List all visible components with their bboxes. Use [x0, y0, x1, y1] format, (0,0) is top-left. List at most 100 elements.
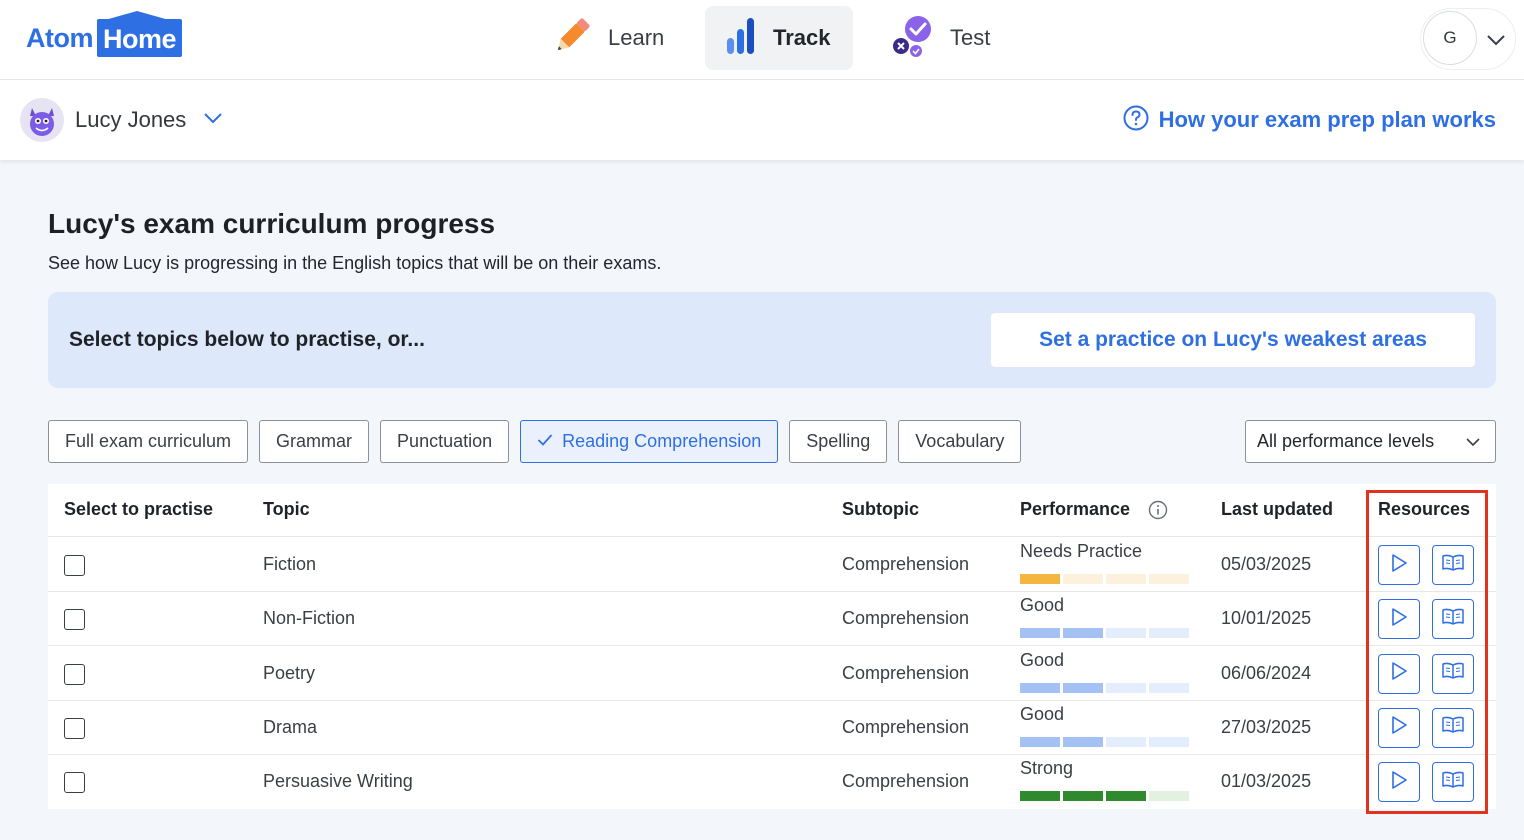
select-topic-checkbox[interactable]: [64, 609, 85, 631]
select-topic-checkbox[interactable]: [64, 717, 85, 739]
table-row: Persuasive Writing Comprehension Strong 01/…: [48, 755, 1496, 809]
subtopic-cell: Comprehension: [842, 608, 970, 629]
performance-bar-segment: [1020, 736, 1060, 747]
performance-bar-segment: [1106, 628, 1146, 639]
reading-resource-button[interactable]: [1432, 762, 1474, 803]
header-last-updated: Last updated: [1221, 499, 1334, 519]
page-subtitle: See how Lucy is progressing in the Engli…: [48, 253, 662, 273]
book-icon: [1441, 714, 1465, 741]
weakest-areas-practice-button[interactable]: Set a practice on Lucy's weakest areas: [991, 313, 1475, 367]
nav-learn[interactable]: Learn: [536, 6, 696, 70]
book-icon: [1441, 660, 1465, 687]
performance-level-select[interactable]: All performance levels: [1245, 420, 1496, 463]
chip-label: Full exam curriculum: [65, 431, 232, 451]
subtopic-cell: Comprehension: [842, 554, 970, 574]
banner-text: Select topics below to practise, or...: [69, 328, 425, 351]
video-resource-button[interactable]: [1378, 707, 1420, 748]
exam-prep-help-link[interactable]: How your exam prep plan works: [1123, 104, 1496, 136]
last-updated-cell: 06/06/2024: [1221, 662, 1312, 683]
performance-label: Good: [1020, 595, 1065, 616]
chip-label: Spelling: [806, 431, 871, 451]
filter-full-exam-curriculum[interactable]: Full exam curriculum: [48, 420, 249, 463]
filter-punctuation[interactable]: Punctuation: [380, 420, 510, 463]
table-row: Drama Comprehension Good 27/03/2025: [48, 701, 1496, 755]
chevron-down-icon: [1465, 435, 1481, 454]
topic-cell: Poetry: [263, 662, 316, 683]
performance-label: Strong: [1020, 758, 1074, 779]
video-resource-button[interactable]: [1378, 599, 1420, 640]
logo-atom-text: Atom: [26, 22, 94, 53]
topic-cell: Non-Fiction: [263, 608, 356, 629]
table-row: Poetry Comprehension Good 06/06/2024: [48, 647, 1496, 701]
performance-bar-segment: [1106, 736, 1146, 747]
performance-bar-segment: [1020, 682, 1060, 693]
select-topic-checkbox[interactable]: [64, 772, 85, 794]
chip-label: Punctuation: [397, 431, 493, 451]
filter-grammar[interactable]: Grammar: [259, 420, 370, 463]
performance-bar: [1020, 574, 1192, 584]
book-icon: [1441, 552, 1465, 579]
table-header: Select to practise Topic Subtopic Perfor…: [48, 484, 1496, 537]
performance-level-value: All performance levels: [1257, 431, 1435, 451]
play-icon: [1389, 606, 1409, 633]
play-icon: [1389, 660, 1409, 687]
play-icon: [1389, 714, 1409, 741]
performance-label: Needs Practice: [1020, 541, 1143, 561]
info-icon[interactable]: [1148, 500, 1168, 525]
table-row: Fiction Comprehension Needs Practice 05/03/…: [48, 538, 1496, 592]
nav-test[interactable]: Test: [876, 6, 1006, 70]
filter-reading-comprehension[interactable]: Reading Comprehension: [520, 420, 779, 463]
user-avatar: G: [1423, 11, 1477, 65]
page-title: Lucy's exam curriculum progress: [48, 208, 496, 239]
video-resource-button[interactable]: [1378, 762, 1420, 803]
video-resource-button[interactable]: [1378, 545, 1420, 585]
test-check-icon: [890, 13, 936, 64]
reading-resource-button[interactable]: [1432, 599, 1474, 640]
performance-label: Good: [1020, 649, 1065, 670]
topic-filter-chips: Full exam curriculum Grammar Punctuation…: [48, 420, 1032, 463]
performance-bar-segment: [1020, 574, 1060, 584]
performance-bar-segment: [1149, 736, 1189, 747]
filter-spelling[interactable]: Spelling: [789, 420, 888, 463]
subtopic-cell: Comprehension: [842, 771, 970, 792]
reading-resource-button[interactable]: [1432, 545, 1474, 585]
header-performance: Performance: [1020, 499, 1131, 519]
performance-bar: [1020, 682, 1192, 693]
performance-bar-segment: [1020, 628, 1060, 639]
reading-resource-button[interactable]: [1432, 653, 1474, 694]
performance-bar-segment: [1106, 682, 1146, 693]
last-updated-cell: 05/03/2025: [1221, 554, 1312, 574]
header-resources: Resources: [1378, 499, 1471, 519]
nav-test-label: Test: [950, 25, 991, 50]
play-icon: [1389, 552, 1409, 579]
topic-cell: Fiction: [263, 554, 317, 574]
atom-home-logo[interactable]: Atom Home: [26, 11, 183, 59]
account-menu-button[interactable]: G: [1420, 8, 1516, 70]
video-resource-button[interactable]: [1378, 653, 1420, 694]
select-topic-checkbox[interactable]: [64, 663, 85, 685]
header-select: Select to practise: [64, 499, 214, 519]
practice-banner: Select topics below to practise, or... S…: [48, 292, 1496, 388]
performance-bar: [1020, 736, 1192, 747]
chevron-down-icon: [202, 107, 224, 134]
filter-vocabulary[interactable]: Vocabulary: [898, 420, 1022, 463]
last-updated-cell: 27/03/2025: [1221, 716, 1312, 737]
student-selector[interactable]: Lucy Jones: [20, 98, 224, 142]
chip-label: Reading Comprehension: [562, 431, 762, 451]
help-link-label: How your exam prep plan works: [1158, 107, 1496, 132]
question-circle-icon: [1123, 105, 1149, 136]
subtopic-cell: Comprehension: [842, 662, 970, 683]
performance-label: Good: [1020, 703, 1065, 724]
student-header: Lucy Jones How your exam prep plan works: [0, 80, 1524, 160]
reading-resource-button[interactable]: [1432, 707, 1474, 748]
select-topic-checkbox[interactable]: [64, 555, 85, 576]
play-icon: [1389, 769, 1409, 796]
chevron-down-icon: [1485, 29, 1507, 56]
curriculum-progress-table: Select to practise Topic Subtopic Perfor…: [48, 484, 1496, 809]
logo-home-text: Home: [97, 11, 183, 57]
table-row: Non-Fiction Comprehension Good 10/01/2025: [48, 592, 1496, 647]
nav-track[interactable]: Track: [705, 6, 853, 70]
performance-bar-segment: [1149, 682, 1189, 693]
performance-bar: [1020, 791, 1192, 802]
last-updated-cell: 01/03/2025: [1221, 771, 1312, 792]
